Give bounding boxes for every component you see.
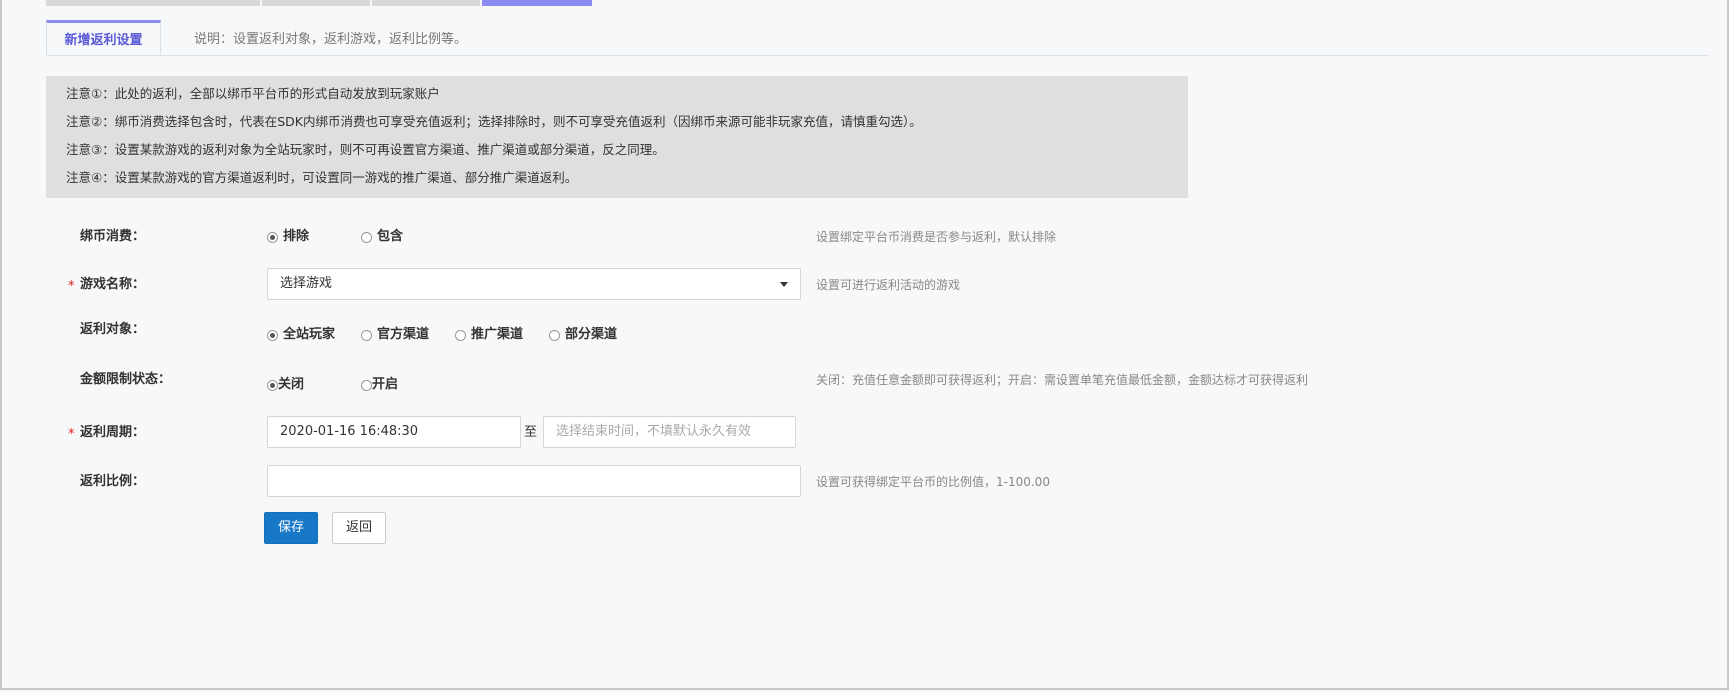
target-label: 返利对象：	[80, 322, 146, 337]
top-tab-strip	[46, 0, 260, 6]
notice-box: 注意①：此处的返利，全部以绑币平台币的形式自动发放到玩家账户 注意②：绑币消费选…	[46, 76, 1188, 198]
radio-unchecked-icon	[361, 329, 372, 341]
top-tab-strip-active	[482, 0, 592, 6]
game-label: 游戏名称：	[80, 277, 146, 292]
notice-line: 注意①：此处的返利，全部以绑币平台币的形式自动发放到玩家账户	[66, 86, 440, 101]
ratio-input[interactable]	[267, 465, 801, 497]
radio-label: 关闭	[278, 377, 305, 392]
notice-line: 注意③：设置某款游戏的返利对象为全站玩家时，则不可再设置官方渠道、推广渠道或部分…	[66, 142, 665, 157]
radio-label: 官方渠道	[377, 327, 430, 342]
required-mark: *	[68, 279, 75, 294]
radio-partial-channel[interactable]: 部分渠道	[549, 318, 617, 352]
radio-checked-icon	[267, 379, 278, 391]
ratio-row: 返利比例： 设置可获得绑定平台币的比例值，1-100.00	[2, 465, 1729, 499]
radio-label: 包含	[377, 229, 404, 244]
radio-on[interactable]: 开启	[361, 368, 398, 402]
amount-limit-row: 金额限制状态： 关闭 开启 关闭：充值任意金额即可获得返利；开启：需设置单笔充值…	[2, 368, 1729, 402]
period-row: * 返利周期： 2020-01-16 16:48:30 至 选择结束时间，不填默…	[2, 416, 1729, 450]
game-hint: 设置可进行返利活动的游戏	[816, 278, 961, 292]
period-label: 返利周期：	[80, 425, 146, 440]
radio-label: 排除	[283, 229, 310, 244]
radio-checked-icon	[267, 231, 278, 243]
radio-official-channel[interactable]: 官方渠道	[361, 318, 429, 352]
radio-unchecked-icon	[549, 329, 560, 341]
period-to-label: 至	[524, 425, 538, 440]
radio-off[interactable]: 关闭	[267, 368, 304, 402]
radio-checked-icon	[267, 329, 278, 341]
back-button[interactable]: 返回	[332, 512, 386, 544]
amount-limit-label: 金额限制状态：	[80, 372, 172, 387]
radio-label: 开启	[372, 377, 399, 392]
radio-label: 部分渠道	[565, 327, 618, 342]
radio-unchecked-icon	[361, 379, 372, 391]
ratio-hint: 设置可获得绑定平台币的比例值，1-100.00	[816, 475, 1050, 489]
radio-exclude[interactable]: 排除	[267, 220, 309, 254]
save-button[interactable]: 保存	[264, 512, 318, 544]
target-row: 返利对象： 全站玩家 官方渠道 推广渠道 部分渠道	[2, 318, 1729, 352]
top-tab-strip	[262, 0, 370, 6]
top-tab-strip	[372, 0, 480, 6]
tab-bar: 新增返利设置 说明：设置返利对象，返利游戏，返利比例等。	[46, 20, 1709, 56]
radio-label: 推广渠道	[471, 327, 524, 342]
period-end-input[interactable]: 选择结束时间，不填默认永久有效	[543, 416, 796, 448]
bind-coin-hint: 设置绑定平台币消费是否参与返利，默认排除	[816, 230, 1057, 244]
radio-include[interactable]: 包含	[361, 220, 403, 254]
radio-promo-channel[interactable]: 推广渠道	[455, 318, 523, 352]
radio-unchecked-icon	[361, 231, 372, 243]
amount-limit-hint: 关闭：充值任意金额即可获得返利；开启：需设置单笔充值最低金额，金额达标才可获得返…	[816, 373, 1309, 387]
radio-label: 全站玩家	[283, 327, 336, 342]
game-row: * 游戏名称： 选择游戏 设置可进行返利活动的游戏	[2, 268, 1729, 302]
notice-line: 注意④：设置某款游戏的官方渠道返利时，可设置同一游戏的推广渠道、部分推广渠道返利…	[66, 170, 578, 185]
game-select-value: 选择游戏	[280, 276, 333, 291]
required-mark: *	[68, 427, 75, 442]
bind-coin-row: 绑币消费： 排除 包含 设置绑定平台币消费是否参与返利，默认排除	[2, 220, 1729, 254]
radio-unchecked-icon	[455, 329, 466, 341]
bind-coin-label: 绑币消费：	[80, 229, 146, 244]
tab-add-rebate[interactable]: 新增返利设置	[46, 20, 161, 55]
chevron-down-icon	[780, 282, 788, 287]
game-select[interactable]: 选择游戏	[267, 268, 801, 300]
ratio-label: 返利比例：	[80, 474, 146, 489]
main-panel: 新增返利设置 说明：设置返利对象，返利游戏，返利比例等。 注意①：此处的返利，全…	[0, 0, 1729, 690]
period-start-input[interactable]: 2020-01-16 16:48:30	[267, 416, 521, 448]
radio-all-players[interactable]: 全站玩家	[267, 318, 335, 352]
notice-line: 注意②：绑币消费选择包含时，代表在SDK内绑币消费也可享受充值返利；选择排除时，…	[66, 114, 922, 129]
tab-description: 说明：设置返利对象，返利游戏，返利比例等。	[194, 32, 468, 47]
